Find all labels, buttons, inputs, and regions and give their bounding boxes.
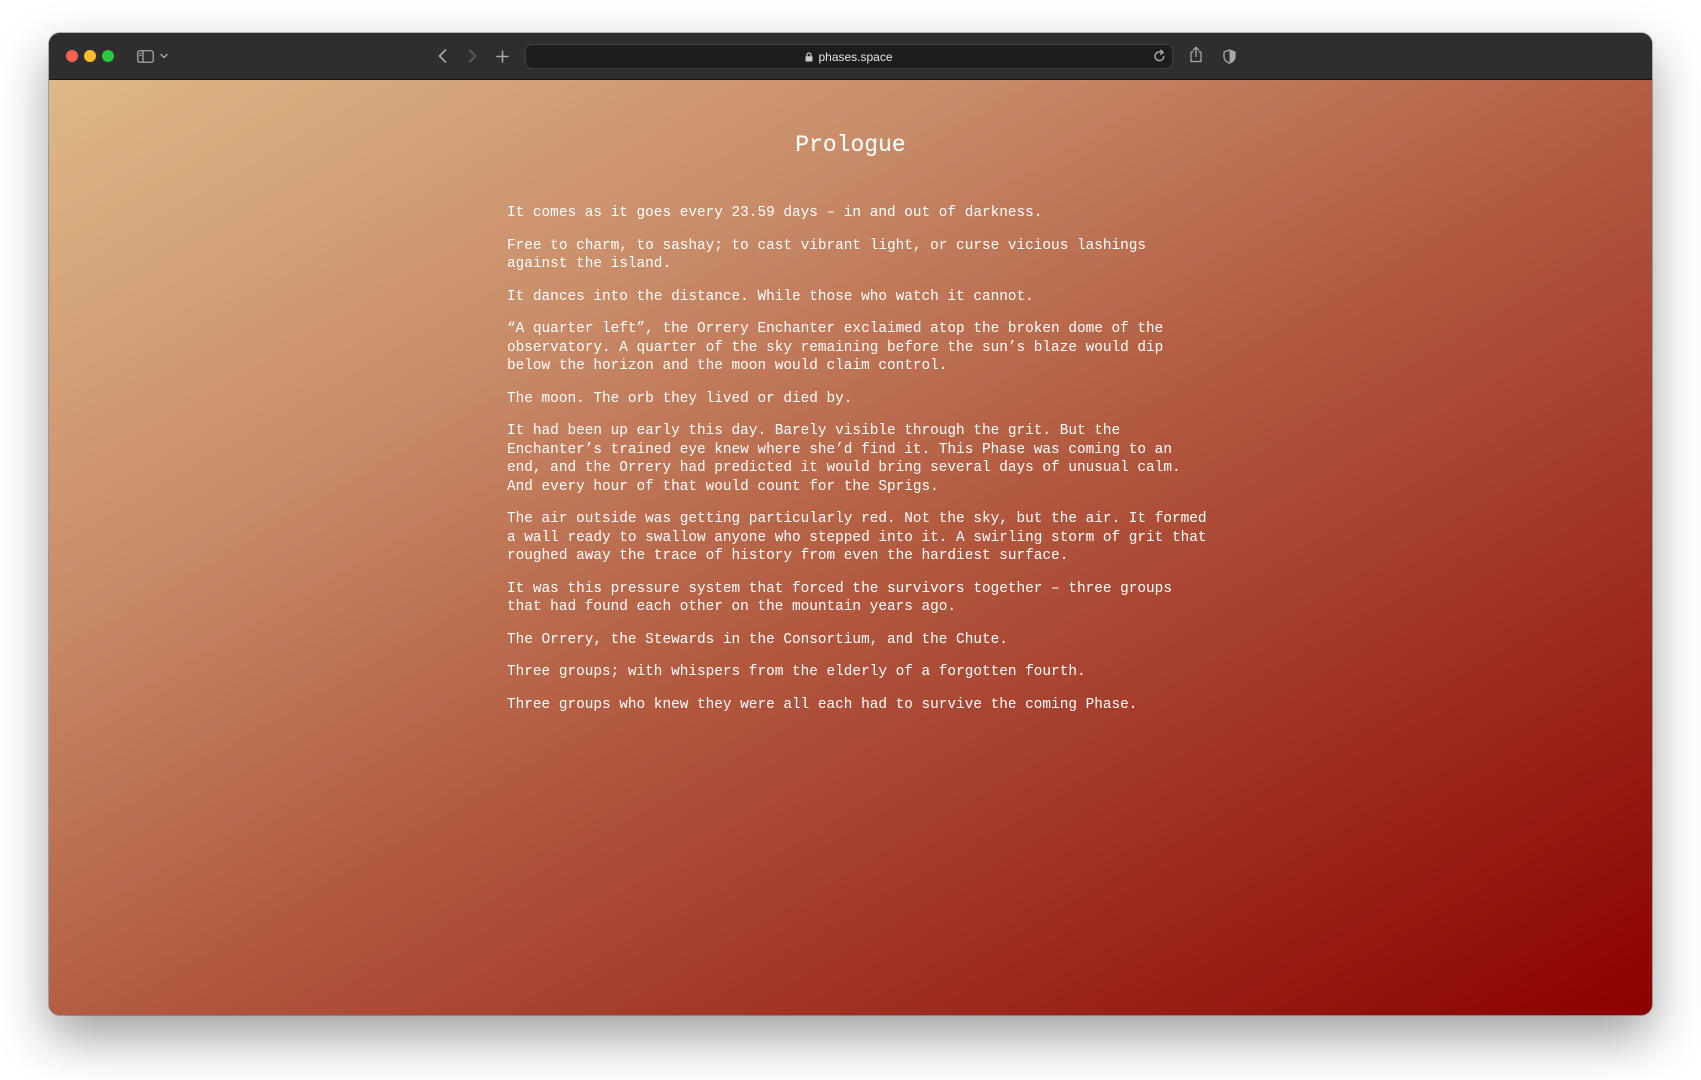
browser-toolbar: phases.space — [49, 33, 1652, 80]
lock-icon — [805, 51, 813, 62]
story-paragraph: It dances into the distance. While those… — [507, 288, 1034, 305]
story-paragraph: The Orrery, the Stewards in the Consorti… — [507, 631, 1008, 648]
story-paragraph: The moon. The orb they lived or died by. — [507, 390, 853, 407]
story-paragraph: It was this pressure system that forced … — [507, 580, 1172, 616]
url-text: phases.space — [818, 49, 893, 64]
story-paragraph: “A quarter left”, the Orrery Enchanter e… — [507, 321, 1164, 374]
story-paragraph: The air outside was getting particularly… — [507, 511, 1207, 564]
page-title: Prologue — [795, 132, 906, 158]
story-paragraph: Three groups who knew they were all each… — [507, 696, 1138, 713]
back-arrow-icon[interactable] — [435, 45, 449, 67]
page-content: Prologue It comes as it goes every 23.59… — [49, 80, 1652, 1015]
forward-arrow-icon[interactable] — [465, 45, 479, 67]
story-text: It comes as it goes every 23.59 days – i… — [507, 204, 1207, 728]
reload-icon[interactable] — [1153, 49, 1166, 68]
share-icon[interactable] — [1188, 43, 1204, 65]
minimize-window-button[interactable] — [84, 50, 96, 62]
story-paragraph: Free to charm, to sashay; to cast vibran… — [507, 237, 1147, 273]
close-window-button[interactable] — [66, 50, 78, 62]
sidebar-toggle-icon[interactable] — [135, 45, 155, 67]
maximize-window-button[interactable] — [102, 50, 114, 62]
address-bar[interactable]: phases.space — [525, 44, 1173, 69]
chevron-down-icon[interactable] — [159, 45, 169, 67]
story-paragraph: It comes as it goes every 23.59 days – i… — [507, 205, 1043, 221]
story-paragraph: It had been up early this day. Barely vi… — [507, 423, 1181, 495]
story-paragraph: Three groups; with whispers from the eld… — [507, 664, 1086, 680]
privacy-shield-icon[interactable] — [1221, 45, 1237, 67]
browser-window: phases.space Prologue It comes as it goe… — [49, 33, 1652, 1015]
new-tab-plus-icon[interactable] — [495, 45, 509, 67]
